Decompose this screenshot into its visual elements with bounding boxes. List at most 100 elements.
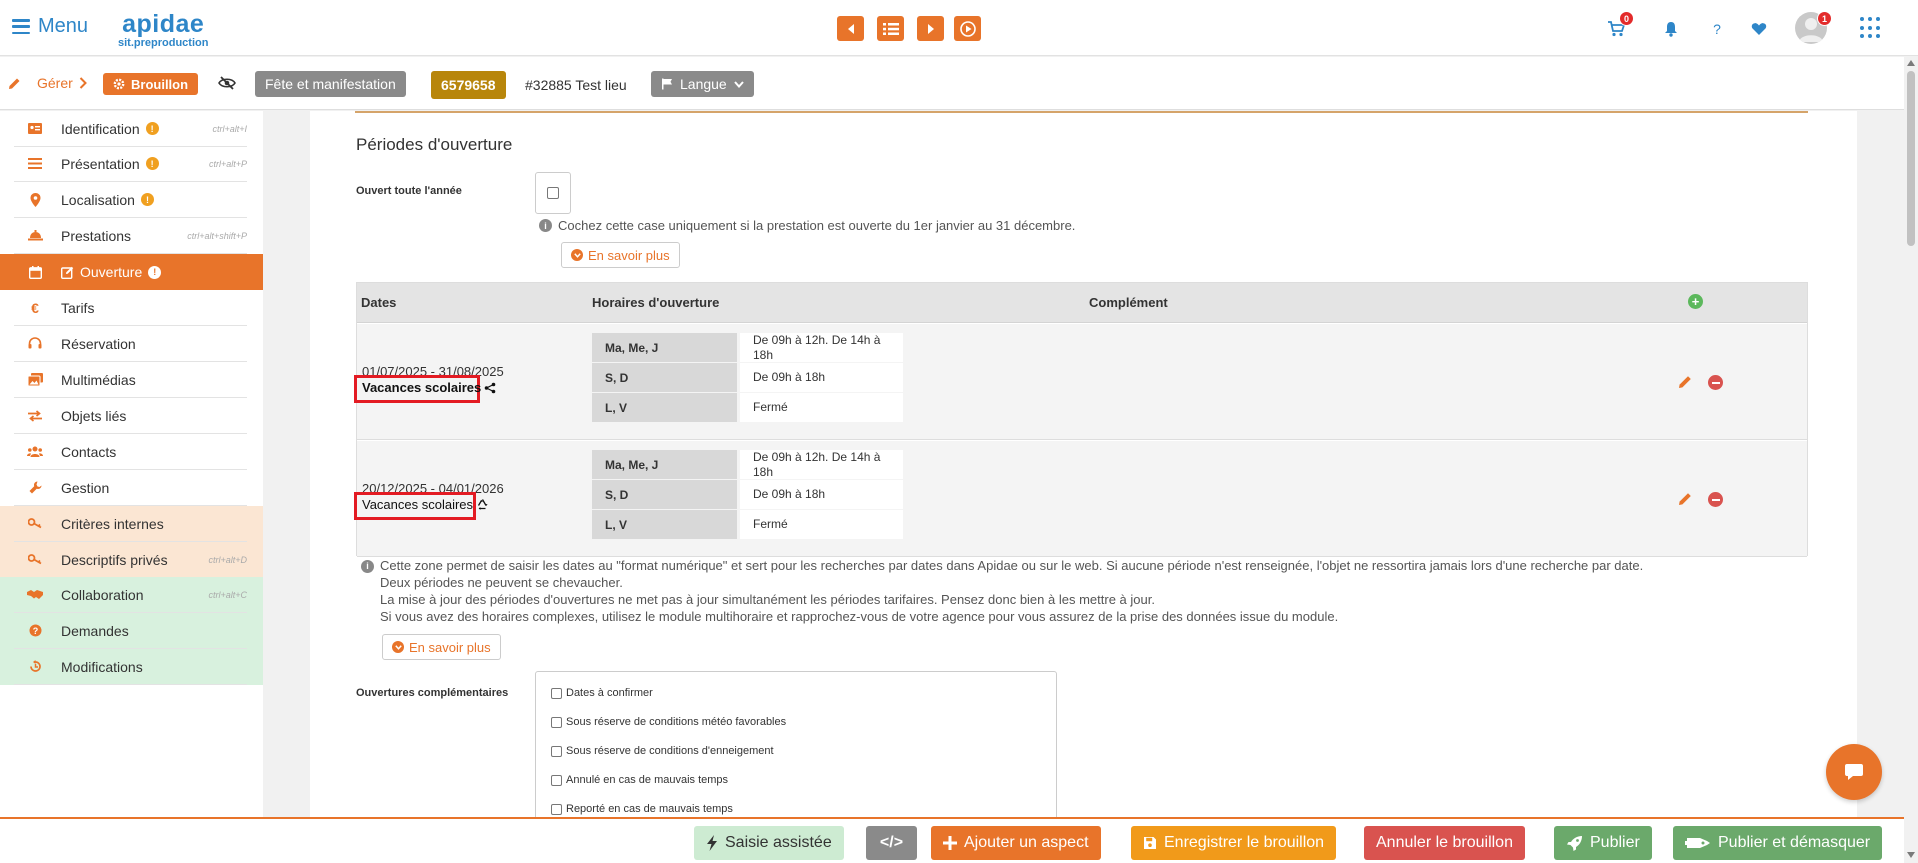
edit-period-button[interactable] [1677, 374, 1693, 390]
scrollbar-thumb[interactable] [1907, 71, 1915, 246]
cancel-draft-button[interactable]: Annuler le brouillon [1364, 826, 1525, 860]
code-icon: </> [879, 834, 904, 851]
hours-table: Ma, Me, J De 09h à 12h. De 14h à 18h S, … [592, 333, 904, 422]
sidebar-item-collaboration[interactable]: Collaboration ctrl+alt+C [0, 577, 263, 613]
object-id-badge[interactable]: 6579658 [431, 71, 506, 99]
sidebar-item-multimédias[interactable]: Multimédias [0, 362, 263, 398]
gerer-menu[interactable]: Gérer [8, 75, 87, 91]
hours-value: De 09h à 12h. De 14h à 18h [740, 450, 903, 479]
scroll-up-arrow[interactable] [1907, 60, 1915, 66]
option-reporte[interactable]: Reporté en cas de mauvais temps [551, 803, 733, 815]
hours-value: Fermé [740, 510, 903, 539]
minus-icon [1711, 498, 1720, 501]
object-type-label: Fête et manifestation [265, 76, 396, 92]
plus-icon [943, 836, 957, 850]
history-icon [27, 659, 43, 675]
status-badge[interactable]: Brouillon [103, 73, 199, 95]
scroll-down-arrow[interactable] [1907, 852, 1915, 858]
checkbox[interactable] [551, 774, 562, 786]
learn-more-button-2[interactable]: En savoir plus [382, 634, 501, 660]
sidebar-item-identification[interactable]: Identification! ctrl+alt+I [0, 111, 263, 147]
calendar-icon [27, 264, 43, 280]
sidebar-item-contacts[interactable]: Contacts [0, 434, 263, 470]
langue-dropdown[interactable]: Langue [651, 71, 754, 97]
sidebar-item-tarifs[interactable]: € Tarifs [0, 290, 263, 326]
sidebar-item-modifications[interactable]: Modifications [0, 649, 263, 685]
delete-period-button[interactable] [1708, 492, 1723, 507]
sidebar-item-prestations[interactable]: Prestations ctrl+alt+shift+P [0, 218, 263, 254]
open-all-year-checkbox[interactable] [535, 172, 571, 214]
page-scrollbar[interactable] [1904, 57, 1918, 863]
apidae-logo[interactable]: apidae sit.preproduction [118, 12, 208, 49]
list-icon [27, 156, 43, 172]
headset-icon [27, 336, 43, 352]
sidebar-item-demandes[interactable]: ? Demandes [0, 613, 263, 649]
edit-period-button[interactable] [1677, 491, 1693, 507]
period-label[interactable]: Vacances scolaires [362, 380, 496, 395]
sidebar-item-inner: Prestations ctrl+alt+shift+P [14, 218, 247, 254]
option-label: Sous réserve de conditions d'enneigement [566, 745, 774, 757]
top-bar: Menu apidae sit.preproduction 0 ? 1 [0, 0, 1918, 56]
cart-button[interactable]: 0 [1605, 11, 1634, 40]
hours-row: Ma, Me, J De 09h à 12h. De 14h à 18h [592, 333, 904, 362]
add-aspect-button[interactable]: Ajouter un aspect [931, 826, 1101, 860]
save-draft-button[interactable]: Enregistrer le brouillon [1131, 826, 1337, 860]
publish-button[interactable]: Publier [1554, 826, 1652, 860]
sidebar-item-descriptifs-privés[interactable]: Descriptifs privés ctrl+alt+D [0, 542, 263, 578]
option-label: Reporté en cas de mauvais temps [566, 803, 733, 815]
option-enneigement[interactable]: Sous réserve de conditions d'enneigement [551, 745, 774, 757]
option-dates-a-confirmer[interactable]: Dates à confirmer [551, 687, 653, 699]
hours-row: Ma, Me, J De 09h à 12h. De 14h à 18h [592, 450, 904, 479]
sidebar-item-inner: Réservation [14, 326, 247, 362]
favorites-button[interactable] [1748, 18, 1770, 40]
sidebar-item-localisation[interactable]: Localisation! [0, 182, 263, 218]
heart-icon [1751, 23, 1767, 35]
menu-button[interactable]: Menu [12, 15, 88, 38]
sidebar-item-inner: ? Demandes [14, 613, 247, 649]
sidebar-item-inner: Modifications [14, 649, 247, 685]
sidebar-item-critères-internes[interactable]: Critères internes [0, 506, 263, 542]
option-meteo[interactable]: Sous réserve de conditions météo favorab… [551, 716, 786, 728]
sidebar-item-inner: Identification! ctrl+alt+I [14, 111, 247, 147]
checkbox[interactable] [551, 716, 562, 728]
period-label-text: Vacances scolaires [362, 380, 482, 395]
sidebar-item-label: Multimédias [61, 371, 136, 388]
info-icon: i [361, 560, 374, 573]
plus-icon: + [1691, 294, 1700, 309]
checkbox[interactable] [551, 687, 562, 699]
sidebar-item-gestion[interactable]: Gestion [0, 470, 263, 506]
list-button[interactable] [877, 16, 904, 41]
sidebar-item-réservation[interactable]: Réservation [0, 326, 263, 362]
next-button[interactable] [917, 16, 944, 41]
truck-rocket-icon [1685, 838, 1710, 848]
code-view-button[interactable]: </> [866, 826, 917, 860]
previous-button[interactable] [837, 16, 864, 41]
apps-grid-button[interactable] [1860, 17, 1882, 39]
service-bell-icon [27, 228, 43, 244]
visibility-toggle[interactable] [218, 76, 236, 90]
delete-period-button[interactable] [1708, 375, 1723, 390]
caret-left-icon [847, 23, 854, 34]
caret-right-icon [927, 23, 934, 34]
chat-button[interactable] [1826, 744, 1882, 800]
sidebar-item-objets-liés[interactable]: Objets liés [0, 398, 263, 434]
hours-days: L, V [592, 510, 737, 539]
hours-value: De 09h à 18h [740, 363, 903, 392]
assisted-entry-button[interactable]: Saisie assistée [694, 826, 844, 860]
option-annule[interactable]: Annulé en cas de mauvais temps [551, 774, 728, 786]
object-type-badge: Fête et manifestation [255, 71, 406, 97]
publish-unmask-button[interactable]: Publier et démasquer [1673, 826, 1883, 860]
notifications-button[interactable] [1660, 18, 1682, 40]
period-label[interactable]: Vacances scolaires [362, 497, 489, 512]
add-period-button[interactable]: + [1688, 294, 1703, 309]
checkbox[interactable] [551, 745, 562, 757]
help-button[interactable]: ? [1706, 18, 1728, 40]
chat-bubble-icon [1845, 764, 1863, 780]
euro-icon: € [31, 299, 39, 316]
sidebar-item-présentation[interactable]: Présentation! ctrl+alt+P [0, 146, 263, 182]
sidebar-item-label: Modifications [61, 658, 143, 675]
checkbox[interactable] [551, 803, 562, 815]
play-button[interactable] [954, 16, 981, 41]
learn-more-button[interactable]: En savoir plus [561, 242, 680, 268]
sidebar-item-ouverture[interactable]: Ouverture! [0, 254, 263, 290]
